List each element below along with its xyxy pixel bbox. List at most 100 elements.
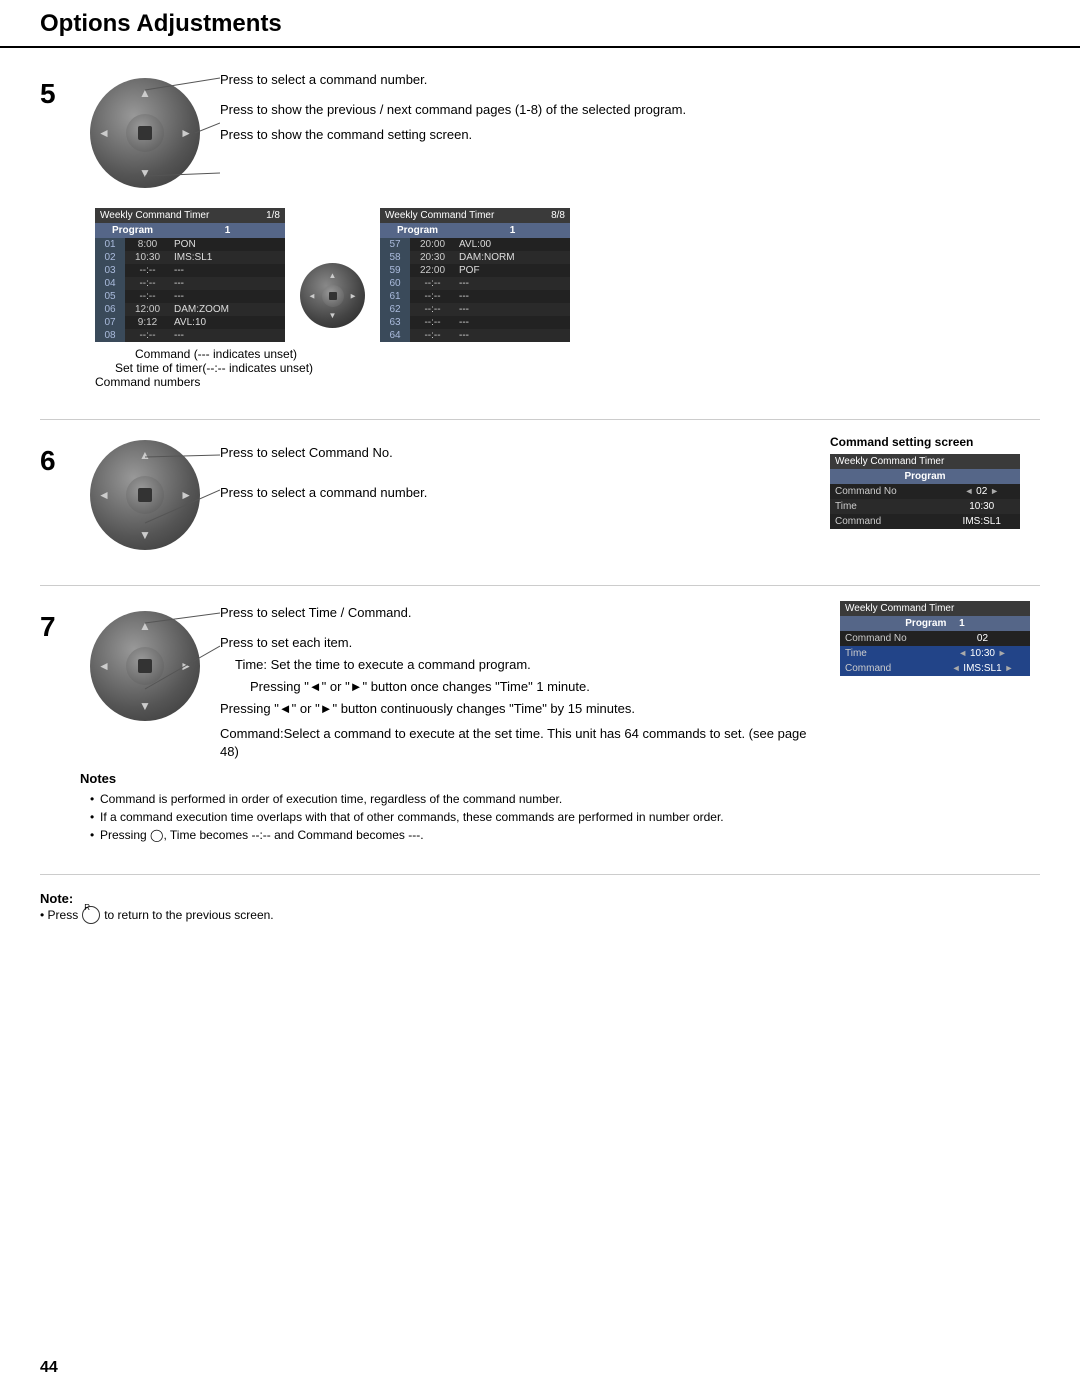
section7-annotations: Press to select Time / Command. Press to…: [220, 601, 820, 761]
small-dpad-left[interactable]: ◄: [308, 291, 316, 300]
small-dpad-center-btn[interactable]: [329, 292, 337, 300]
return-button-icon: R: [82, 906, 100, 924]
table-row: Time ◄ 10:30 ►: [840, 646, 1030, 661]
section-7: 7 ▲ ▼ ◄ ►: [40, 601, 1040, 844]
dpad-section6[interactable]: ▲ ▼ ◄ ►: [90, 440, 200, 550]
dpad-up-arrow[interactable]: ▲: [139, 86, 151, 100]
dpad6-up[interactable]: ▲: [139, 448, 151, 462]
timer-screen-2: Weekly Command Timer 8/8 Program 1 57 20: [380, 208, 570, 342]
dpad7-center[interactable]: [126, 647, 164, 685]
dpad6-center-btn[interactable]: [138, 488, 152, 502]
table-row: Command IMS:SL1: [830, 514, 1020, 529]
table-row: Command No 02: [840, 631, 1030, 646]
table-row: Time 10:30: [830, 499, 1020, 514]
table-row: 04 --:-- ---: [95, 277, 285, 290]
annotation-7-4: Pressing "◄" or "►" button once changes …: [250, 678, 820, 696]
section7-dpad-container: ▲ ▼ ◄ ►: [80, 601, 220, 731]
dpad-center[interactable]: [126, 114, 164, 152]
annotation-7-2: Press to set each item.: [220, 635, 820, 650]
table-row: 01 8:00 PON: [95, 238, 285, 251]
annotation-5-3: Press to show the command setting screen…: [220, 127, 1040, 142]
page-header: Options Adjustments: [0, 0, 1080, 48]
small-dpad-area: ▲ ▼ ◄ ►: [300, 233, 365, 328]
section-6-body: ▲ ▼ ◄ ►: [80, 435, 1040, 555]
dpad-right-arrow[interactable]: ►: [180, 126, 192, 140]
table-row: 61 --:-- ---: [380, 290, 570, 303]
annotation-6-1: Press to select Command No.: [220, 445, 810, 460]
table-row: 03 --:-- ---: [95, 264, 285, 277]
table-row: 57 20:00 AVL:00: [380, 238, 570, 251]
dpad-section7[interactable]: ▲ ▼ ◄ ►: [90, 611, 200, 721]
dpad7-left[interactable]: ◄: [98, 659, 110, 673]
dpad6-left[interactable]: ◄: [98, 488, 110, 502]
note-section: Note: • Press R to return to the previou…: [40, 890, 1040, 924]
dpad6-center[interactable]: [126, 476, 164, 514]
cmd-setting-screen-7: Weekly Command Timer Program 1: [840, 601, 1030, 676]
annotation-7-5: Pressing "◄" or "►" button continuously …: [220, 700, 820, 718]
section5-annotations: Press to select a command number. Press …: [220, 68, 1040, 142]
bottom-divider: [40, 874, 1040, 875]
label-cmd-numbers: Command numbers: [95, 375, 1040, 389]
annotation-5-1: Press to select a command number.: [220, 72, 1040, 87]
section-5: 5 ▲ ▼ ◄ ►: [40, 68, 1040, 389]
note-content: • Press R to return to the previous scre…: [40, 906, 1040, 924]
screen1-table: Program 1 01 8:00 PON 02 10:30 IMS:SL1 0…: [95, 223, 285, 342]
dpad-center-button[interactable]: [138, 126, 152, 140]
section7-left: ▲ ▼ ◄ ►: [80, 601, 820, 761]
small-dpad-center[interactable]: [322, 285, 344, 307]
table-row: 05 --:-- ---: [95, 290, 285, 303]
divider-6-7: [40, 585, 1040, 586]
notes-title: Notes: [80, 771, 1040, 786]
table-row: 07 9:12 AVL:10: [95, 316, 285, 329]
small-dpad-section5[interactable]: ▲ ▼ ◄ ►: [300, 263, 365, 328]
page-number: 44: [40, 1359, 58, 1377]
section7-right-panel: Weekly Command Timer Program 1: [840, 601, 1040, 676]
screen2-tbody: 57 20:00 AVL:00 58 20:30 DAM:NORM 59 22:…: [380, 238, 570, 342]
screen7-tbody: Command No 02 Time ◄ 10:30 ► Command ◄ I…: [840, 631, 1030, 676]
table-row: 63 --:-- ---: [380, 316, 570, 329]
screen2-col-program: Program: [380, 223, 455, 238]
screen6-tbody: Command No ◄ 02 ► Time 10:30 Command IMS…: [830, 484, 1020, 529]
dpad-down-arrow[interactable]: ▼: [139, 166, 151, 180]
section-5-body: ▲ ▼ ◄ ►: [80, 68, 1040, 389]
table-row: 59 22:00 POF: [380, 264, 570, 277]
dpad6-right[interactable]: ►: [180, 488, 192, 502]
cmd-setting-screen-6: Weekly Command Timer Program Command No …: [830, 454, 1020, 529]
dpad7-down[interactable]: ▼: [139, 699, 151, 713]
screen1-col-program: Program: [95, 223, 170, 238]
annotation-7-6: Command:Select a command to execute at t…: [220, 725, 820, 761]
cmd-setting-label: Command setting screen: [830, 435, 1040, 449]
dpad7-up[interactable]: ▲: [139, 619, 151, 633]
annotation-7-3: Time: Set the time to execute a command …: [235, 656, 820, 674]
screen-labels: Command (--- indicates unset) Set time o…: [95, 347, 1040, 389]
section-6: 6 ▲ ▼ ◄ ►: [40, 435, 1040, 555]
section-5-number: 5: [40, 68, 80, 389]
small-dpad-right[interactable]: ►: [349, 291, 357, 300]
small-dpad-up[interactable]: ▲: [329, 271, 337, 280]
label-cmd-dash: Command (--- indicates unset): [135, 347, 1040, 361]
note-item-1: Command is performed in order of executi…: [90, 790, 1040, 808]
section-6-number: 6: [40, 435, 80, 555]
section6-layout: ▲ ▼ ◄ ►: [80, 435, 1040, 555]
dpad-section5[interactable]: ▲ ▼ ◄ ►: [90, 78, 200, 188]
table-row: 60 --:-- ---: [380, 277, 570, 290]
dpad7-right[interactable]: ►: [180, 659, 192, 673]
notes-list: Command is performed in order of executi…: [80, 790, 1040, 844]
notes-section: Notes Command is performed in order of e…: [80, 771, 1040, 844]
screen6-table: Program Command No ◄ 02 ► Time 10:30 Com…: [830, 469, 1020, 529]
small-dpad-down[interactable]: ▼: [329, 311, 337, 320]
dpad-left-arrow[interactable]: ◄: [98, 126, 110, 140]
table-row: 02 10:30 IMS:SL1: [95, 251, 285, 264]
dpad6-down[interactable]: ▼: [139, 528, 151, 542]
divider-5-6: [40, 419, 1040, 420]
screen7-title: Weekly Command Timer: [840, 601, 1030, 616]
table-row: 64 --:-- ---: [380, 329, 570, 342]
screen6-program-header: Program: [830, 469, 1020, 484]
screen2-table: Program 1 57 20:00 AVL:00 58 20:30 DAM:N…: [380, 223, 570, 342]
note-item-2: If a command execution time overlaps wit…: [90, 808, 1040, 826]
table-row: Command ◄ IMS:SL1 ►: [840, 661, 1030, 676]
screen1-tbody: 01 8:00 PON 02 10:30 IMS:SL1 03 --:-- --…: [95, 238, 285, 342]
screen2-col-num: 1: [455, 223, 570, 238]
label-time-dash: Set time of timer(--:-- indicates unset): [115, 361, 1040, 375]
dpad7-center-btn[interactable]: [138, 659, 152, 673]
